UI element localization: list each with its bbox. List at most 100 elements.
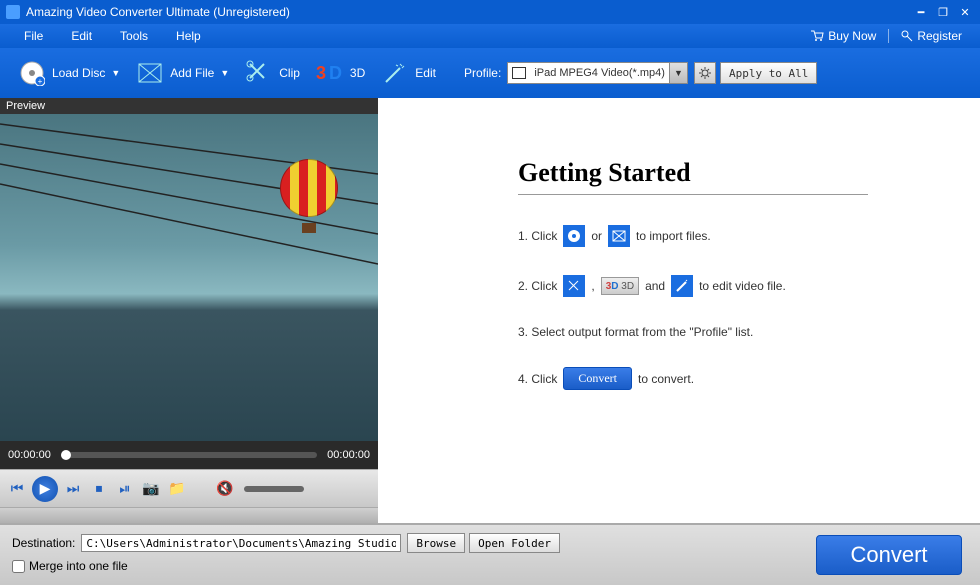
separator xyxy=(888,29,889,43)
step-text: 4. Click xyxy=(518,372,557,386)
3d-button[interactable]: 3D 3D xyxy=(308,55,373,91)
next-button[interactable]: ⏭ xyxy=(62,478,84,500)
disc-icon xyxy=(563,225,585,247)
load-disc-button[interactable]: + Load Disc ▼ xyxy=(10,55,128,91)
preview-panel: Preview 00:00:00 00:00:00 ⏮ ▶ ⏭ ⏹ xyxy=(0,98,378,523)
time-total: 00:00:00 xyxy=(327,449,370,461)
3d-label: 3D xyxy=(350,66,365,80)
mute-button[interactable]: 🔇 xyxy=(214,478,236,500)
step-4: 4. Click Convert to convert. xyxy=(518,367,950,390)
convert-button[interactable]: Convert xyxy=(816,535,962,575)
divider xyxy=(518,194,868,195)
svg-text:3: 3 xyxy=(316,63,326,83)
toolbar: + Load Disc ▼ Add File ▼ Clip 3D 3D Edit… xyxy=(0,48,980,98)
cart-icon xyxy=(810,30,824,42)
step-text: 1. Click xyxy=(518,229,557,243)
prev-button[interactable]: ⏮ xyxy=(6,478,28,500)
open-folder-button[interactable]: Open Folder xyxy=(469,533,560,553)
profile-label: Profile: xyxy=(464,66,501,80)
menu-tools[interactable]: Tools xyxy=(106,29,162,43)
destination-label: Destination: xyxy=(12,536,75,550)
menu-file[interactable]: File xyxy=(10,29,57,43)
playback-progress: 00:00:00 00:00:00 xyxy=(0,441,378,469)
balloon-image xyxy=(280,159,338,249)
content-area: Preview 00:00:00 00:00:00 ⏮ ▶ ⏭ ⏹ xyxy=(0,98,980,523)
menu-edit[interactable]: Edit xyxy=(57,29,106,43)
menubar: File Edit Tools Help Buy Now Register xyxy=(0,24,980,48)
destination-input[interactable] xyxy=(81,534,401,552)
seek-slider[interactable] xyxy=(61,452,317,458)
add-file-button[interactable]: Add File ▼ xyxy=(128,55,237,91)
step-text: to edit video file. xyxy=(699,279,786,293)
main-panel: Getting Started 1. Click or to import fi… xyxy=(378,98,980,523)
step-text: 3. Select output format from the "Profil… xyxy=(518,325,753,339)
edit-button[interactable]: Edit xyxy=(373,55,444,91)
close-button[interactable]: ✕ xyxy=(956,5,974,19)
scissors-icon xyxy=(245,59,273,87)
profile-value: iPad MPEG4 Video(*.mp4) xyxy=(530,67,669,79)
settings-button[interactable] xyxy=(694,62,716,84)
browse-button[interactable]: Browse xyxy=(407,533,465,553)
3d-icon: 3D 3D xyxy=(601,277,639,295)
step-1: 1. Click or to import files. xyxy=(518,225,950,247)
3d-icon: 3D xyxy=(316,59,344,87)
clip-label: Clip xyxy=(279,66,300,80)
format-icon xyxy=(512,67,526,79)
minimize-button[interactable]: ━ xyxy=(912,5,930,19)
chevron-down-icon: ▼ xyxy=(669,63,687,83)
bottom-bar: Destination: Browse Open Folder Merge in… xyxy=(0,523,980,585)
stop-button[interactable]: ⏹ xyxy=(88,478,110,500)
seek-thumb[interactable] xyxy=(61,450,71,460)
step-text: and xyxy=(645,279,665,293)
window-title: Amazing Video Converter Ultimate (Unregi… xyxy=(26,5,290,19)
preview-footer xyxy=(0,507,378,523)
disc-icon: + xyxy=(18,59,46,87)
buy-now-link[interactable]: Buy Now xyxy=(802,29,884,43)
apply-to-all-button[interactable]: Apply to All xyxy=(720,62,817,84)
key-icon xyxy=(901,30,913,42)
titlebar: Amazing Video Converter Ultimate (Unregi… xyxy=(0,0,980,24)
load-disc-label: Load Disc xyxy=(52,66,105,80)
add-file-label: Add File xyxy=(170,66,214,80)
svg-text:D: D xyxy=(329,63,342,83)
step-text: , xyxy=(591,279,594,293)
convert-label: Convert xyxy=(850,542,927,568)
step-2: 2. Click , 3D 3D and to edit video file. xyxy=(518,275,950,297)
maximize-button[interactable]: ❐ xyxy=(934,5,952,19)
step-text: to convert. xyxy=(638,372,694,386)
step-3: 3. Select output format from the "Profil… xyxy=(518,325,950,339)
gear-icon xyxy=(698,66,712,80)
chevron-down-icon: ▼ xyxy=(111,68,120,78)
chevron-down-icon: ▼ xyxy=(220,68,229,78)
clip-button[interactable]: Clip xyxy=(237,55,308,91)
film-icon xyxy=(608,225,630,247)
step-text: to import files. xyxy=(636,229,711,243)
merge-checkbox[interactable] xyxy=(12,560,25,573)
time-current: 00:00:00 xyxy=(8,449,51,461)
buy-now-label: Buy Now xyxy=(828,29,876,43)
film-icon xyxy=(136,59,164,87)
register-link[interactable]: Register xyxy=(893,29,970,43)
volume-slider[interactable] xyxy=(244,486,304,492)
menu-help[interactable]: Help xyxy=(162,29,215,43)
edit-label: Edit xyxy=(415,66,436,80)
folder-button[interactable]: 📁 xyxy=(166,478,188,500)
preview-label: Preview xyxy=(0,98,378,114)
register-label: Register xyxy=(917,29,962,43)
step-text: or xyxy=(591,229,602,243)
playback-controls: ⏮ ▶ ⏭ ⏹ ⏯ 📷 📁 🔇 xyxy=(0,469,378,507)
preview-video xyxy=(0,114,378,441)
step-button[interactable]: ⏯ xyxy=(114,478,136,500)
wand-icon xyxy=(381,59,409,87)
svg-text:+: + xyxy=(38,77,43,86)
merge-label: Merge into one file xyxy=(29,559,128,573)
play-button[interactable]: ▶ xyxy=(32,476,58,502)
getting-started-title: Getting Started xyxy=(518,158,950,188)
wand-icon xyxy=(671,275,693,297)
step-text: 2. Click xyxy=(518,279,557,293)
snapshot-button[interactable]: 📷 xyxy=(140,478,162,500)
app-icon xyxy=(6,5,20,19)
scissors-icon xyxy=(563,275,585,297)
profile-select[interactable]: iPad MPEG4 Video(*.mp4) ▼ xyxy=(507,62,688,84)
convert-sample-button: Convert xyxy=(563,367,632,390)
